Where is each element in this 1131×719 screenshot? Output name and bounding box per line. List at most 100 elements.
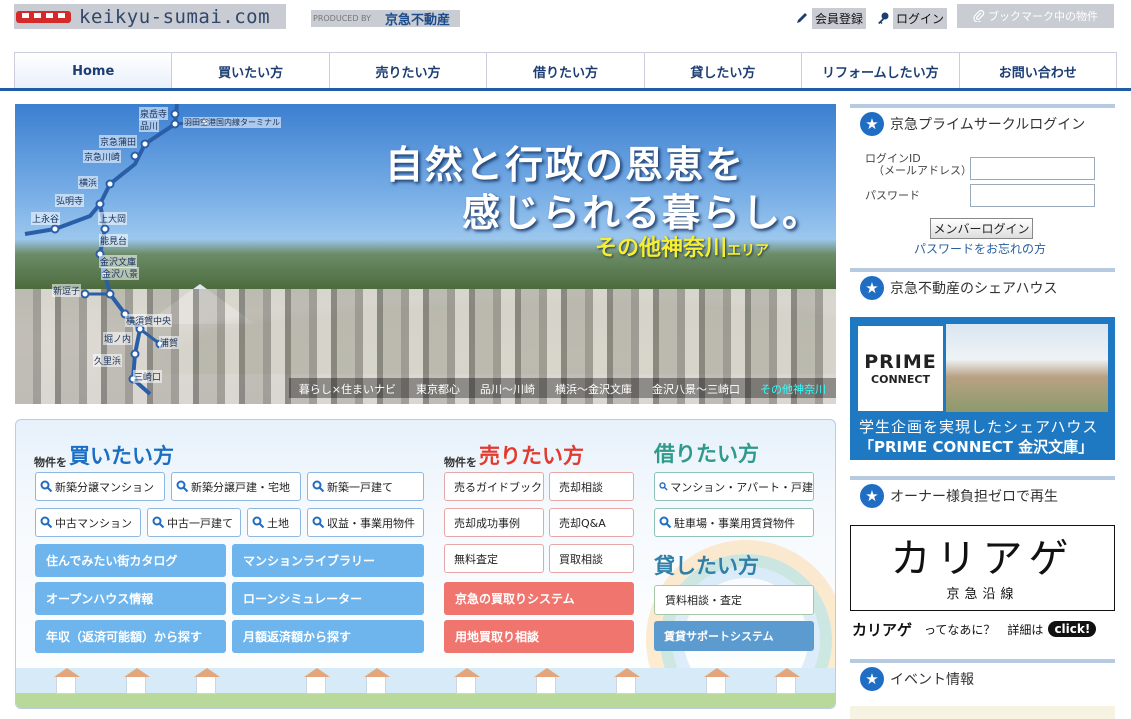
click-badge[interactable]: click! [1048, 621, 1097, 637]
hero-tab[interactable]: 品川～川崎 [470, 378, 545, 398]
open-house-button[interactable]: オープンハウス情報 [35, 582, 226, 615]
area-suffix: エリア [727, 243, 770, 259]
star-icon: ★ [860, 484, 884, 508]
search-used-detached-button[interactable]: 中古一戸建て [147, 508, 241, 537]
hero-tab[interactable]: 横浜～金沢文庫 [545, 378, 642, 398]
purchase-consult-button[interactable]: 買取相談 [549, 544, 634, 573]
search-parking-business-button[interactable]: 駐車場・事業用賃貸物件 [654, 508, 814, 537]
sharehouse-name: 「PRIME CONNECT 金沢文庫」 [859, 438, 1094, 456]
bookmark-button[interactable]: ブックマーク中の物件 [957, 4, 1114, 28]
rent-consult-button[interactable]: 賃料相談・査定 [654, 585, 814, 615]
kariage-info-name: カリアゲ [852, 620, 913, 639]
hero-tab[interactable]: 東京都心 [406, 378, 470, 398]
kariage-info-question: ってなあに？ [924, 622, 996, 637]
button-label: 新築分譲戸建・宅地 [191, 480, 290, 494]
buyback-system-button[interactable]: 京急の買取りシステム [444, 582, 634, 615]
sharehouse-banner[interactable]: PRIME CONNECT 学生企画を実現したシェアハウス 「PRIME CON… [850, 317, 1115, 460]
house-illustration [774, 668, 800, 694]
sell-success-button[interactable]: 売却成功事例 [444, 508, 544, 537]
free-appraisal-button[interactable]: 無料査定 [444, 544, 544, 573]
station-label: 金沢八景 [101, 267, 140, 280]
hero-tab[interactable]: 金沢八景～三崎口 [642, 378, 750, 398]
house-illustration [124, 668, 150, 694]
forgot-password-link[interactable]: パスワードをお忘れの方 [914, 240, 1046, 257]
login-id-input[interactable] [970, 157, 1095, 180]
nav-rent[interactable]: 借りたい方 [487, 53, 645, 89]
event-section-header: ★ イベント情報 [850, 659, 1115, 695]
search-land-button[interactable]: 土地 [247, 508, 301, 537]
station-label: 堀ノ内 [103, 332, 133, 345]
station-label: 弘明寺 [55, 194, 85, 207]
nav-sell[interactable]: 売りたい方 [329, 53, 488, 89]
search-by-income-button[interactable]: 年収（返済可能額）から探す [35, 620, 226, 653]
hero-tab-active[interactable]: その他神奈川 [750, 378, 836, 398]
kariage-info-link[interactable]: カリアゲ ってなあに？ 詳細は click! [852, 618, 1114, 640]
sell-qa-button[interactable]: 売却Q&A [549, 508, 634, 537]
lend-title: 貸したい方 [654, 554, 759, 578]
kariage-logo: カリアゲ [890, 535, 1075, 582]
sell-prefix: 物件を [444, 456, 477, 469]
button-label: 土地 [267, 516, 289, 530]
rent-heading: 借りたい方 [654, 438, 759, 468]
rent-title: 借りたい方 [654, 442, 759, 466]
nav-reform[interactable]: リフォームしたい方 [802, 53, 960, 89]
button-label: 中古一戸建て [167, 516, 233, 530]
sell-guidebook-button[interactable]: 売るガイドブック [444, 472, 544, 501]
house-illustration [54, 668, 80, 694]
condo-library-button[interactable]: マンションライブラリー [232, 544, 424, 577]
house-illustration [704, 668, 730, 694]
event-banner[interactable] [850, 706, 1115, 719]
button-label: マンション・アパート・戸建 [670, 480, 813, 494]
magnifier-icon [312, 480, 325, 493]
search-new-detached-button[interactable]: 新築一戸建て [307, 472, 424, 501]
hero-tab[interactable]: 暮らし×住まいナビ [289, 378, 406, 398]
search-new-house-land-button[interactable]: 新築分譲戸建・宅地 [171, 472, 301, 501]
search-by-monthly-button[interactable]: 月額返済額から探す [232, 620, 424, 653]
train-icon [16, 8, 71, 26]
station-label: 浦賀 [159, 336, 180, 349]
pencil-icon [797, 13, 807, 23]
logo-line: CONNECT [871, 373, 930, 386]
nav-home[interactable]: Home [14, 53, 173, 89]
member-register-button[interactable]: 会員登録 [795, 7, 867, 29]
sell-consult-button[interactable]: 売却相談 [549, 472, 634, 501]
password-label: パスワード [865, 189, 920, 202]
login-button[interactable]: ログイン [876, 7, 948, 29]
rental-support-button[interactable]: 賃貸サポートシステム [654, 621, 814, 651]
nav-buy[interactable]: 買いたい方 [172, 53, 330, 89]
kariage-banner[interactable]: カリアゲ 京急沿線 [850, 525, 1115, 611]
star-icon: ★ [860, 112, 884, 136]
magnifier-icon [40, 516, 53, 529]
station-label: 三崎口 [133, 370, 163, 383]
station-label: 久里浜 [93, 354, 123, 367]
town-catalog-button[interactable]: 住んでみたい街カタログ [35, 544, 226, 577]
login-form: ログインID （メールアドレス） パスワード メンバーログイン パスワードをお忘… [850, 150, 1115, 260]
magnifier-icon [659, 482, 668, 491]
area-name: その他神奈川 [595, 236, 728, 261]
nav-lend[interactable]: 貸したい方 [644, 53, 803, 89]
password-input[interactable] [970, 184, 1095, 207]
hero-headline-2: 感じられる暮らし。 [462, 191, 823, 235]
search-investment-button[interactable]: 収益・事業用物件 [307, 508, 424, 537]
land-purchase-button[interactable]: 用地買取り相談 [444, 620, 634, 653]
company-name: 京急不動産 [385, 13, 451, 28]
house-illustration [534, 668, 560, 694]
station-label: 新逗子 [52, 284, 82, 297]
search-new-condo-button[interactable]: 新築分譲マンション [35, 472, 165, 501]
magnifier-icon [40, 480, 53, 493]
station-label: 品川 [139, 119, 160, 132]
loan-simulator-button[interactable]: ローンシミュレーター [232, 582, 424, 615]
button-label: 新築一戸建て [327, 480, 393, 494]
member-login-button[interactable]: メンバーログイン [930, 218, 1033, 239]
buy-prefix: 物件を [34, 456, 67, 469]
owner-section-title: オーナー様負担ゼロで再生 [890, 489, 1058, 505]
magnifier-icon [176, 480, 189, 493]
house-illustration [364, 668, 390, 694]
produced-by-label: PRODUCED BY [313, 14, 371, 23]
search-rental-house-button[interactable]: マンション・アパート・戸建 [654, 472, 814, 501]
site-logo[interactable]: keikyu-sumai.com [14, 4, 286, 29]
button-label: 中古マンション [55, 516, 132, 530]
search-used-condo-button[interactable]: 中古マンション [35, 508, 141, 537]
house-illustration [454, 668, 480, 694]
nav-contact[interactable]: お問い合わせ [959, 53, 1117, 89]
